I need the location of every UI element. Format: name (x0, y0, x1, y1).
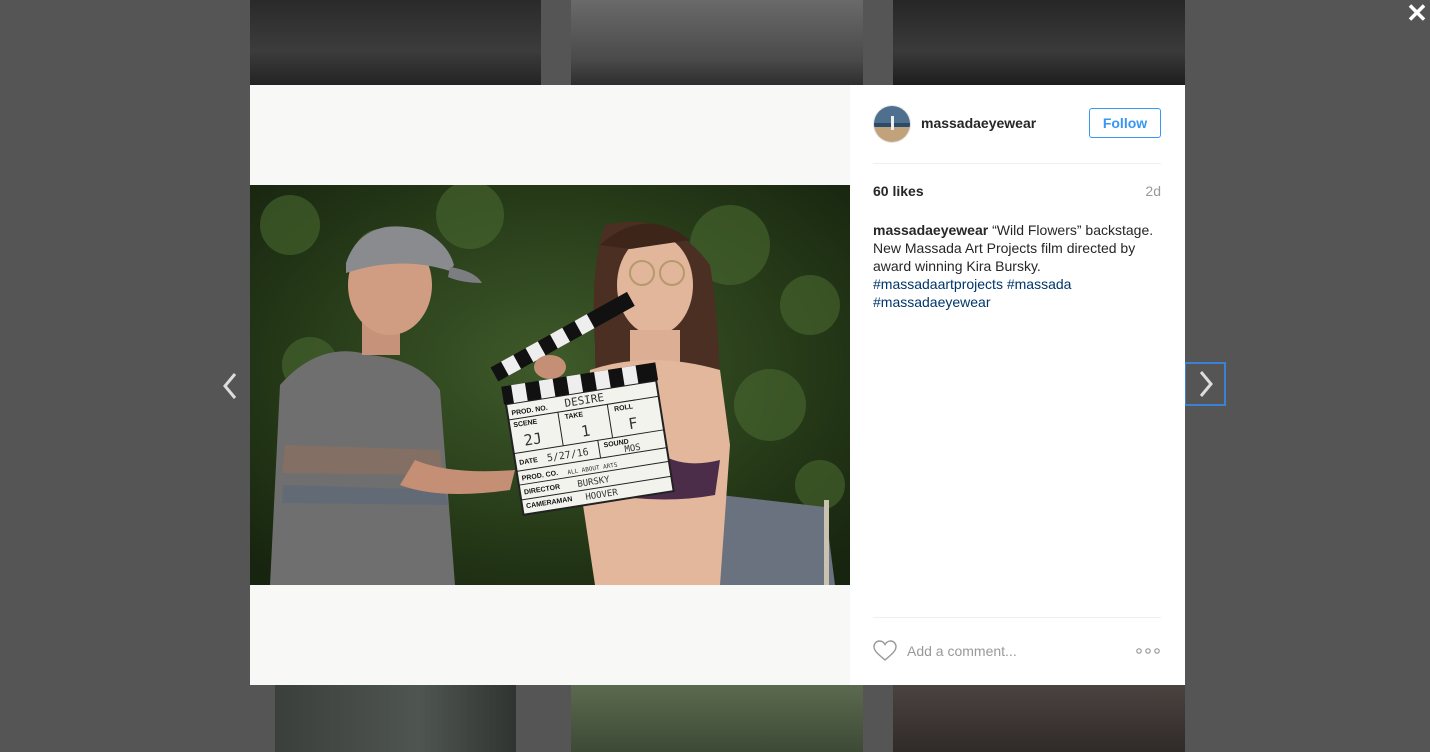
grid-thumbnail[interactable] (893, 685, 1185, 752)
post-age[interactable]: 2d (1145, 183, 1161, 199)
post-header: massadaeyewear Follow (873, 105, 1161, 164)
post-modal: PROD. NO. SCENE TAKE ROLL DATE SOUND PRO… (250, 85, 1185, 685)
next-post-button[interactable] (1184, 362, 1226, 406)
clapper-scene: 2J (523, 429, 544, 450)
post-sidebar: massadaeyewear Follow 60 likes 2d massad… (850, 85, 1185, 685)
grid-thumbnail[interactable] (250, 0, 541, 85)
post-footer (873, 617, 1161, 685)
hashtag-link[interactable]: #massadaartprojects (873, 276, 1003, 292)
post-photo[interactable]: PROD. NO. SCENE TAKE ROLL DATE SOUND PRO… (250, 185, 850, 585)
avatar[interactable] (873, 105, 911, 143)
chevron-left-icon (223, 373, 237, 399)
post-media: PROD. NO. SCENE TAKE ROLL DATE SOUND PRO… (250, 85, 850, 685)
close-icon[interactable]: ✕ (1405, 0, 1429, 26)
follow-button[interactable]: Follow (1089, 108, 1161, 138)
username-link[interactable]: massadaeyewear (921, 115, 1036, 131)
grid-thumbnail[interactable] (893, 0, 1185, 85)
grid-thumbnail[interactable] (275, 685, 516, 752)
more-options-button[interactable] (1135, 640, 1161, 662)
likes-count[interactable]: 60 likes (873, 183, 924, 199)
post-caption: massadaeyewear “Wild Flowers” backstage.… (873, 221, 1165, 311)
more-options-icon (1136, 648, 1160, 654)
hashtag-link[interactable]: #massadaeyewear (873, 294, 991, 310)
grid-thumbnail[interactable] (571, 685, 863, 752)
hashtag-link[interactable]: #massada (1007, 276, 1072, 292)
heart-icon (873, 640, 897, 661)
chevron-right-icon (1199, 371, 1213, 397)
caption-username[interactable]: massadaeyewear (873, 222, 988, 238)
comment-input[interactable] (907, 640, 1117, 662)
grid-thumbnail[interactable] (571, 0, 863, 85)
like-button[interactable] (873, 640, 897, 662)
previous-post-button[interactable] (216, 366, 246, 406)
